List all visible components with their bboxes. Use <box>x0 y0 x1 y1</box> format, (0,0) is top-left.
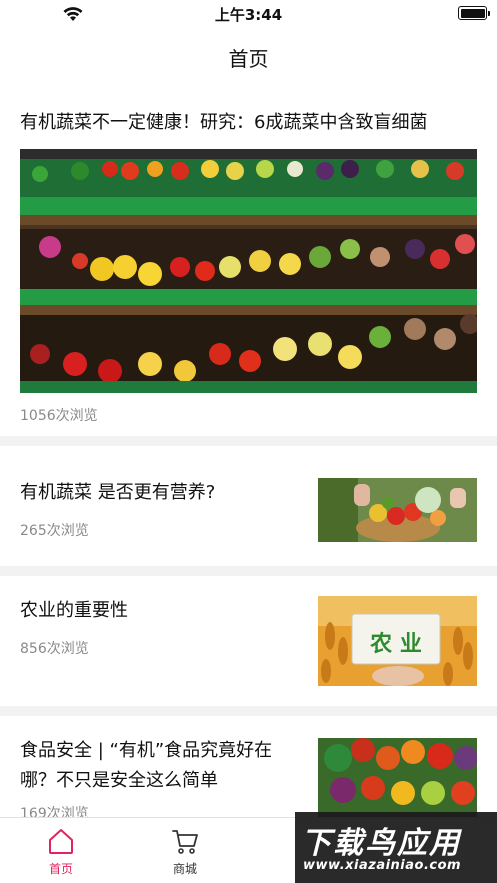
watermark-url: www.xiazainiao.com <box>303 858 462 873</box>
nav-bar: 首页 <box>0 26 497 86</box>
article-thumbnail[interactable]: 农 业 <box>318 596 477 686</box>
home-icon <box>49 829 73 854</box>
watermark-title: 下载鸟应用 <box>301 826 461 861</box>
section-divider <box>0 566 497 576</box>
article-title[interactable]: 有机蔬菜 是否更有营养? <box>20 478 215 508</box>
article-thumbnail[interactable] <box>318 478 477 542</box>
feature-photo[interactable] <box>20 149 477 393</box>
section-divider <box>0 706 497 716</box>
battery-icon <box>458 6 490 20</box>
vegetable-shelves-image <box>20 149 477 393</box>
vegetable-basket-image <box>318 478 477 542</box>
article-title[interactable]: 食品安全 | “有机”食品究竟好在哪？不只是安全这么简单 <box>20 736 305 796</box>
thumbnail-sign-text: 农 业 <box>370 632 422 657</box>
tab-label: 商城 <box>172 862 197 876</box>
cart-icon <box>172 830 198 854</box>
article-title[interactable]: 农业的重要性 <box>20 596 128 626</box>
list-item[interactable]: 农业的重要性 856次浏览 农 业 <box>0 576 497 706</box>
page-title: 首页 <box>228 47 269 71</box>
view-count: 1056次浏览 <box>20 408 98 424</box>
status-time: 上午3:44 <box>214 6 283 24</box>
article-thumbnail[interactable] <box>318 738 477 817</box>
view-count: 856次浏览 <box>20 641 89 657</box>
status-bar: 上午3:44 <box>0 0 497 26</box>
tab-mall[interactable]: 商城 <box>145 826 225 877</box>
list-item[interactable]: 食品安全 | “有机”食品究竟好在哪？不只是安全这么简单 169次浏览 <box>0 716 497 817</box>
mixed-vegetables-image <box>318 738 477 817</box>
view-count: 169次浏览 <box>20 806 89 817</box>
feature-article[interactable]: 有机蔬菜不一定健康！研究：6成蔬菜中含致盲细菌 1056次浏览 <box>0 86 497 436</box>
feature-headline[interactable]: 有机蔬菜不一定健康！研究：6成蔬菜中含致盲细菌 <box>20 108 427 134</box>
view-count: 265次浏览 <box>20 523 89 539</box>
list-item[interactable]: 有机蔬菜 是否更有营养? 265次浏览 <box>0 446 497 566</box>
watermark-logo: 下载鸟应用 www.xiazainiao.com <box>295 812 497 883</box>
tab-label: 首页 <box>48 862 73 876</box>
tab-home[interactable]: 首页 <box>21 826 101 877</box>
section-divider <box>0 436 497 446</box>
